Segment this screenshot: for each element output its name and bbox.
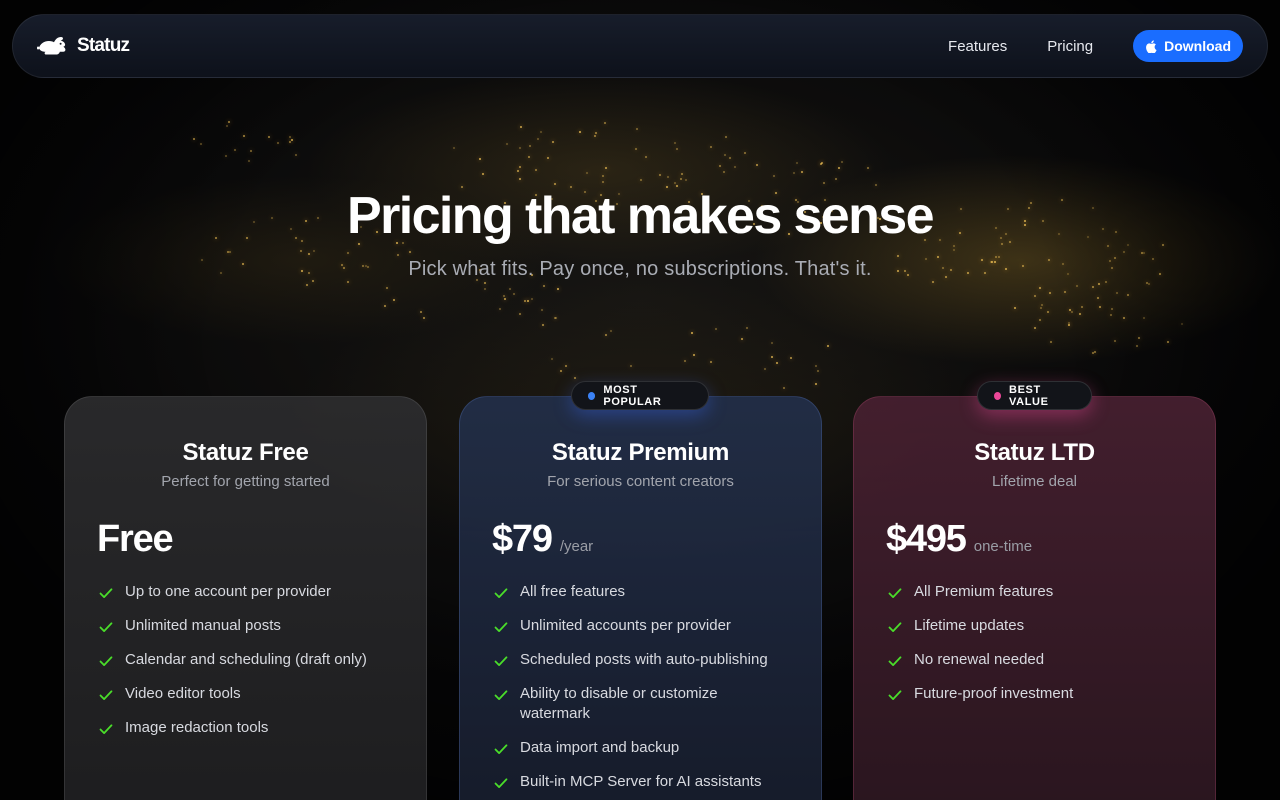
check-icon — [494, 690, 508, 700]
apple-icon — [1146, 39, 1157, 53]
best-value-badge: BEST VALUE — [977, 381, 1092, 410]
check-icon — [494, 622, 508, 632]
feature-text: Video editor tools — [125, 685, 241, 702]
download-button-label: Download — [1164, 38, 1231, 54]
plan-card-free: Statuz Free Perfect for getting started … — [64, 396, 427, 800]
page-title: Pricing that makes sense — [347, 187, 934, 245]
blue-dot-icon — [588, 391, 596, 400]
plan-price: Free — [97, 518, 174, 560]
check-icon — [99, 690, 113, 700]
price-row: $495 one-time — [886, 518, 1183, 560]
check-icon — [494, 778, 508, 788]
check-icon — [494, 744, 508, 754]
nav-link-pricing[interactable]: Pricing — [1047, 38, 1093, 55]
feature-item: Lifetime updates — [886, 616, 1183, 636]
feature-item: Unlimited manual posts — [97, 616, 394, 636]
rabbit-logo-icon — [37, 37, 66, 55]
badge-label: MOST POPULAR — [603, 383, 662, 408]
plan-card-ltd: Statuz LTD Lifetime deal $495 one-time A… — [853, 396, 1216, 800]
nav-links: Features Pricing Download — [948, 30, 1243, 62]
most-popular-badge: MOST POPULAR — [571, 381, 709, 410]
top-navbar: Statuz Features Pricing Download — [12, 14, 1268, 78]
plan-price: $495 — [886, 518, 967, 560]
pricing-page: Statuz Features Pricing Download Pricing… — [0, 0, 1280, 800]
feature-text: Scheduled posts with auto-publishing — [520, 651, 768, 668]
feature-text: No renewal needed — [914, 651, 1045, 668]
download-button[interactable]: Download — [1133, 30, 1243, 62]
plan-price: $79 — [492, 518, 553, 560]
feature-item: Video editor tools — [97, 684, 394, 704]
feature-text: All free features — [520, 583, 626, 600]
feature-item: Future-proof investment — [886, 684, 1183, 704]
plan-subtitle: Lifetime deal — [991, 473, 1078, 490]
nav-link-features[interactable]: Features — [948, 38, 1007, 55]
feature-item: All Premium features — [886, 582, 1183, 602]
feature-text: Unlimited accounts per provider — [520, 617, 731, 634]
check-icon — [99, 622, 113, 632]
feature-text: Future-proof investment — [914, 685, 1074, 702]
feature-list: All free features Unlimited accounts per … — [492, 582, 789, 792]
plan-period: /year — [559, 538, 594, 555]
check-icon — [99, 588, 113, 598]
plan-period: one-time — [973, 538, 1033, 555]
check-icon — [494, 588, 508, 598]
page-subtitle: Pick what fits. Pay once, no subscriptio… — [408, 258, 872, 280]
feature-text: All Premium features — [914, 583, 1054, 600]
brand-name: Statuz — [77, 35, 130, 56]
plan-title: Statuz Free — [182, 439, 309, 466]
feature-item: Calendar and scheduling (draft only) — [97, 650, 394, 670]
plan-card-premium: Statuz Premium For serious content creat… — [459, 396, 822, 800]
feature-text: Data import and backup — [520, 739, 680, 756]
plan-subtitle: Perfect for getting started — [161, 473, 330, 490]
feature-item: Built-in MCP Server for AI assistants — [492, 772, 789, 792]
pink-dot-icon — [994, 391, 1002, 400]
brand[interactable]: Statuz — [37, 35, 130, 57]
feature-text: Lifetime updates — [914, 617, 1025, 634]
feature-item: Unlimited accounts per provider — [492, 616, 789, 636]
feature-item: Image redaction tools — [97, 718, 394, 738]
feature-item: Ability to disable or customize watermar… — [492, 684, 789, 724]
check-icon — [888, 588, 902, 598]
feature-list: Up to one account per provider Unlimited … — [97, 582, 394, 738]
check-icon — [888, 690, 902, 700]
feature-item: Scheduled posts with auto-publishing — [492, 650, 789, 670]
check-icon — [888, 622, 902, 632]
feature-text: Ability to disable or customize watermar… — [520, 685, 718, 722]
price-row: Free — [97, 518, 394, 560]
feature-text: Calendar and scheduling (draft only) — [125, 651, 367, 668]
price-row: $79 /year — [492, 518, 789, 560]
feature-item: No renewal needed — [886, 650, 1183, 670]
feature-text: Image redaction tools — [125, 719, 269, 736]
check-icon — [99, 656, 113, 666]
feature-text: Up to one account per provider — [125, 583, 331, 600]
check-icon — [99, 724, 113, 734]
feature-item: Data import and backup — [492, 738, 789, 758]
feature-text: Unlimited manual posts — [125, 617, 281, 634]
check-icon — [888, 656, 902, 666]
feature-text: Built-in MCP Server for AI assistants — [520, 773, 762, 790]
plan-title: Statuz LTD — [974, 439, 1095, 466]
feature-list: All Premium features Lifetime updates No r… — [886, 582, 1183, 704]
plan-subtitle: For serious content creators — [547, 473, 734, 490]
check-icon — [494, 656, 508, 666]
feature-item: All free features — [492, 582, 789, 602]
feature-item: Up to one account per provider — [97, 582, 394, 602]
badge-label: BEST VALUE — [1009, 383, 1049, 408]
plan-title: Statuz Premium — [551, 439, 730, 466]
